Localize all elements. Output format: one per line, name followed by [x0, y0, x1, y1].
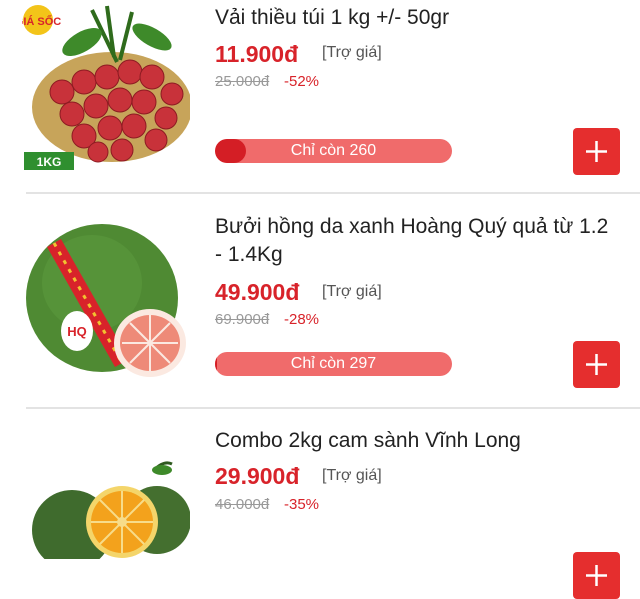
image-badge-promo: GIÁ SỐC: [22, 14, 61, 28]
plus-icon: [586, 565, 607, 586]
product-price: 29.900đ: [215, 463, 300, 489]
old-price: 46.000đ: [215, 496, 270, 513]
add-to-cart-button[interactable]: [573, 341, 620, 388]
product-price: 11.900đ: [215, 41, 299, 67]
subsidy-label: [Trợ giá]: [322, 44, 382, 61]
product-card[interactable]: HQ Bưởi hồng da xanh Hoàng Quý quả từ 1.…: [0, 193, 640, 409]
product-name[interactable]: Vải thiều túi 1 kg +/- 50gr: [215, 4, 615, 32]
product-card[interactable]: Combo 2kg cam sành Vĩnh Long 29.900đ [Tr…: [0, 408, 640, 599]
subsidy-label: [Trợ giá]: [322, 467, 382, 484]
old-price: 69.900đ: [215, 311, 270, 328]
product-image-lychee[interactable]: 1KG GIÁ SỐC: [22, 2, 190, 170]
product-card[interactable]: 1KG GIÁ SỐC Vải thiều túi 1 kg +/- 50gr …: [0, 0, 640, 194]
add-to-cart-button[interactable]: [573, 128, 620, 175]
image-badge-weight: 1KG: [37, 155, 62, 169]
product-name[interactable]: Bưởi hồng da xanh Hoàng Quý quả từ 1.2 -…: [215, 213, 615, 269]
product-name[interactable]: Combo 2kg cam sành Vĩnh Long: [215, 427, 615, 455]
plus-icon: [586, 354, 607, 375]
stock-label: Chỉ còn 260: [290, 142, 377, 159]
product-image-oranges[interactable]: [22, 460, 190, 559]
stock-progress-bar: Chỉ còn 297: [215, 352, 452, 376]
discount-percent: -52%: [284, 73, 320, 90]
old-price: 25.000đ: [215, 73, 270, 90]
discount-percent: -35%: [284, 496, 320, 513]
stock-progress-bar: Chỉ còn 260: [215, 139, 452, 163]
add-to-cart-button[interactable]: [573, 552, 620, 599]
product-image-pomelo[interactable]: HQ: [22, 213, 190, 381]
discount-percent: -28%: [284, 311, 320, 328]
image-label: HQ: [67, 324, 87, 339]
product-price: 49.900đ: [215, 279, 300, 305]
stock-label: Chỉ còn 297: [290, 355, 377, 372]
subsidy-label: [Trợ giá]: [322, 283, 382, 300]
plus-icon: [586, 141, 607, 162]
